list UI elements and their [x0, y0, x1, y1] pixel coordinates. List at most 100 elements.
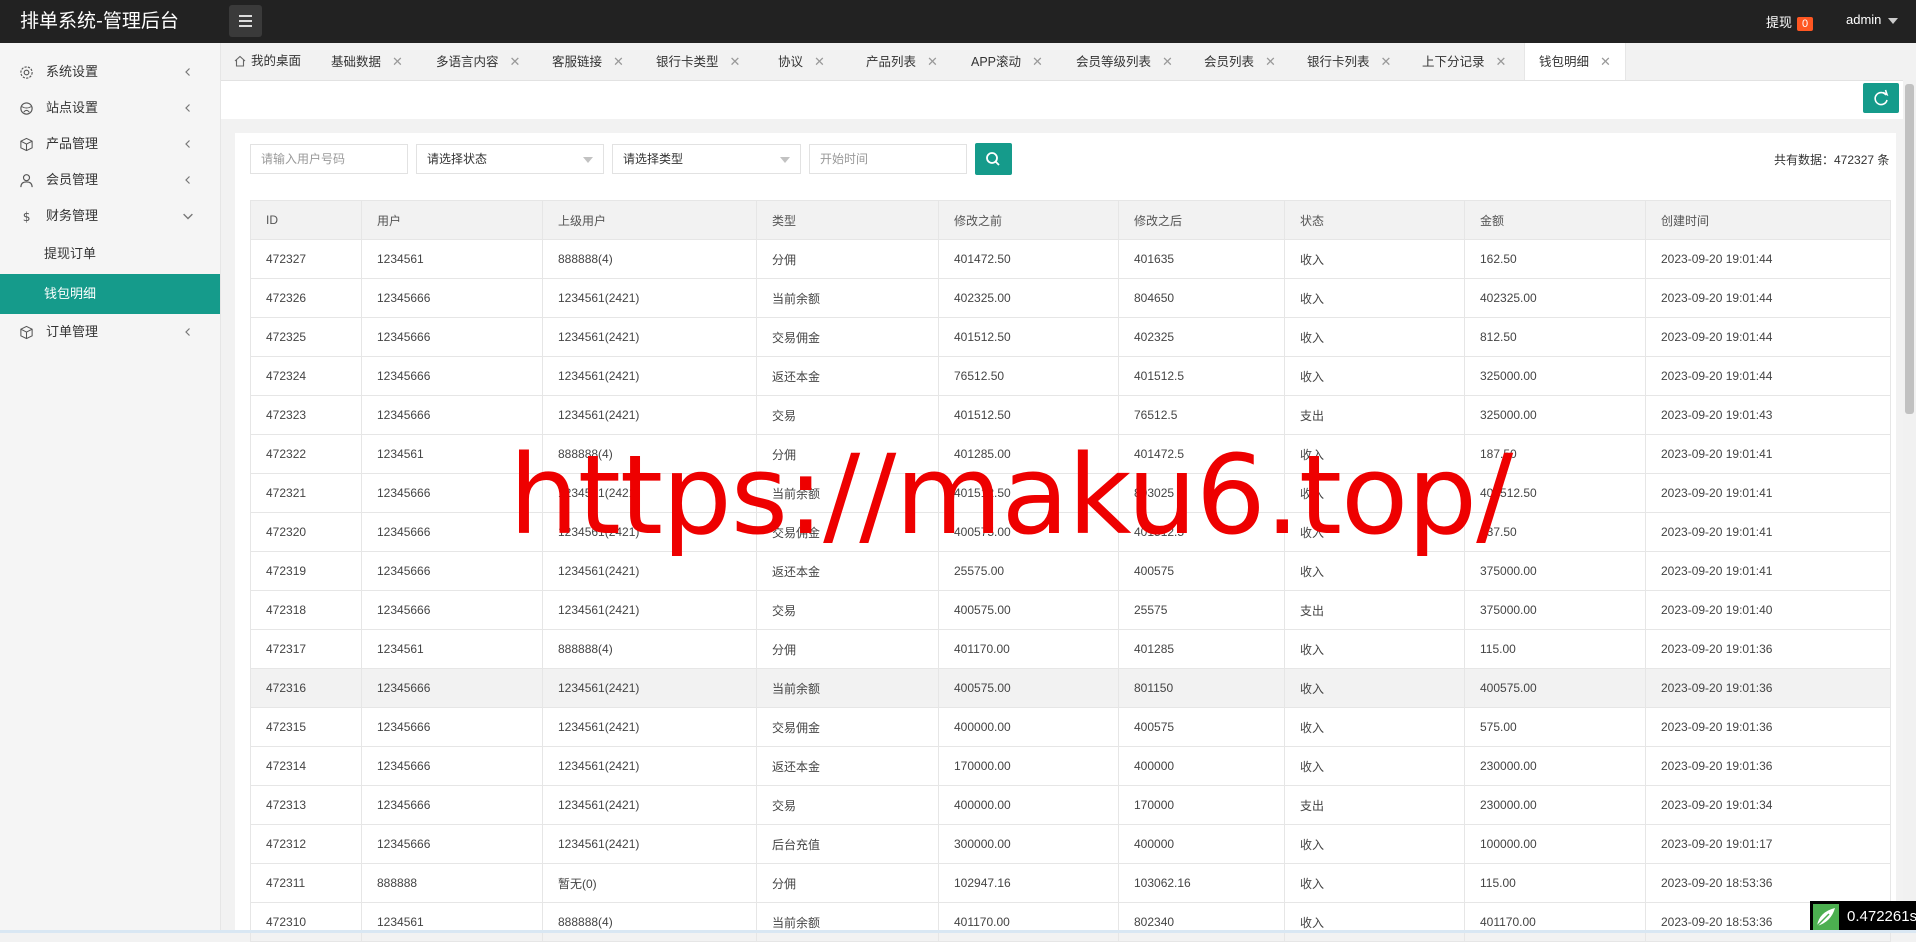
sidebar-item-wallet-details[interactable]: 钱包明细	[0, 274, 220, 314]
close-icon[interactable]: ✕	[730, 54, 741, 69]
tab-basic-data[interactable]: 基础数据 ✕	[331, 43, 403, 80]
close-icon[interactable]: ✕	[510, 54, 521, 69]
status-select[interactable]: 请选择状态	[416, 144, 604, 174]
tab-bank-card-list[interactable]: 银行卡列表 ✕	[1307, 43, 1391, 80]
sidebar-item-withdraw-orders[interactable]: 提现订单	[0, 234, 220, 274]
withdraw-link[interactable]: 提现 0	[1766, 12, 1814, 31]
table-cell: 收入	[1284, 629, 1465, 669]
close-icon[interactable]: ✕	[392, 54, 403, 69]
tab-wallet-details[interactable]: 钱包明细 ✕	[1524, 43, 1626, 80]
search-button[interactable]	[975, 143, 1012, 175]
chevron-down-icon	[183, 213, 193, 220]
table-row[interactable]: 472320 12345666 1234561(2421) 交易佣金 400575.00…	[250, 512, 1891, 552]
table-row[interactable]: 472326 12345666 1234561(2421) 当前余额 402325.00…	[250, 278, 1891, 318]
close-icon[interactable]: ✕	[1600, 54, 1611, 69]
table-cell: 当前余额	[756, 473, 939, 513]
refresh-icon	[1874, 89, 1889, 106]
table-cell: 分佣	[756, 434, 939, 474]
withdraw-count-badge: 0	[1797, 16, 1814, 31]
tab-member-list[interactable]: 会员列表 ✕	[1204, 43, 1276, 80]
table-row[interactable]: 472315 12345666 1234561(2421) 交易佣金 400000.00…	[250, 707, 1891, 747]
user-number-input[interactable]: 请输入用户号码	[250, 144, 408, 174]
sidebar-item-system-settings[interactable]: 系统设置	[0, 54, 220, 90]
table-cell: 2023-09-20 19:01:44	[1645, 317, 1891, 357]
table-row[interactable]: 472322 1234561 888888(4) 分佣 401285.00 401472.…	[250, 434, 1891, 474]
user-menu[interactable]: admin	[1846, 12, 1899, 27]
table-cell: 2023-09-20 19:01:36	[1645, 746, 1891, 786]
search-icon	[986, 152, 1000, 166]
table-cell: 交易	[756, 395, 939, 435]
column-header: 类型	[756, 200, 939, 240]
close-icon[interactable]: ✕	[1496, 54, 1507, 69]
table-cell: 400575.00	[938, 512, 1119, 552]
table-cell: 472324	[250, 356, 362, 396]
tab-app-scroll[interactable]: APP滚动 ✕	[971, 43, 1043, 80]
table-row[interactable]: 472318 12345666 1234561(2421) 交易 400575.00 25…	[250, 590, 1891, 630]
table-row[interactable]: 472314 12345666 1234561(2421) 返还本金 170000.00…	[250, 746, 1891, 786]
table-cell: 收入	[1284, 707, 1465, 747]
close-icon[interactable]: ✕	[1381, 54, 1392, 69]
table-row[interactable]: 472327 1234561 888888(4) 分佣 401472.50 401635 收…	[250, 239, 1891, 279]
table-cell: 12345666	[361, 551, 543, 591]
table-cell: 支出	[1284, 590, 1465, 630]
column-header: ID	[250, 200, 362, 240]
tab-points-record[interactable]: 上下分记录 ✕	[1422, 43, 1506, 80]
table-cell: 375000.00	[1464, 551, 1646, 591]
tab-bank-card-type[interactable]: 银行卡类型 ✕	[656, 43, 740, 80]
table-row[interactable]: 472312 12345666 1234561(2421) 后台充值 300000.00…	[250, 824, 1891, 864]
table-row[interactable]: 472321 12345666 1234561(2421) 当前余额 401512.50…	[250, 473, 1891, 513]
table-row[interactable]: 472311 888888 暂无(0) 分佣 102947.16 103062.16 收入 1…	[250, 863, 1891, 903]
user-name: admin	[1846, 12, 1882, 27]
close-icon[interactable]: ✕	[613, 54, 624, 69]
close-icon[interactable]: ✕	[927, 54, 938, 69]
table-row[interactable]: 472317 1234561 888888(4) 分佣 401170.00 401285 收…	[250, 629, 1891, 669]
sidebar-item-finance-management[interactable]: $ 财务管理	[0, 198, 220, 234]
table-cell: 2023-09-20 19:01:41	[1645, 473, 1891, 513]
menu-toggle-button[interactable]	[229, 5, 262, 37]
table-cell: 401512.50	[938, 317, 1119, 357]
tab-desktop[interactable]: 我的桌面	[234, 43, 301, 80]
table-cell: 1234561(2421)	[542, 356, 757, 396]
start-time-input[interactable]: 开始时间	[809, 144, 967, 174]
leaf-logo-icon	[1813, 904, 1839, 930]
table-cell: 472325	[250, 317, 362, 357]
table-row[interactable]: 472316 12345666 1234561(2421) 当前余额 400575.00…	[250, 668, 1891, 708]
table-row[interactable]: 472313 12345666 1234561(2421) 交易 400000.00 17…	[250, 785, 1891, 825]
table-cell: 230000.00	[1464, 746, 1646, 786]
sidebar-item-product-management[interactable]: 产品管理	[0, 126, 220, 162]
table-cell: 1234561(2421)	[542, 590, 757, 630]
column-header: 修改之后	[1118, 200, 1285, 240]
type-select[interactable]: 请选择类型	[612, 144, 801, 174]
sidebar-item-order-management[interactable]: 订单管理	[0, 314, 220, 350]
refresh-button[interactable]	[1863, 83, 1899, 113]
table-cell: 12345666	[361, 473, 543, 513]
table-row[interactable]: 472324 12345666 1234561(2421) 返还本金 76512.50 4…	[250, 356, 1891, 396]
chevron-left-icon	[185, 176, 190, 184]
table-row[interactable]: 472310 1234561 888888(4) 当前余额 401170.00 80234…	[250, 902, 1891, 942]
close-icon[interactable]: ✕	[1265, 54, 1276, 69]
table-row[interactable]: 472325 12345666 1234561(2421) 交易佣金 401512.50…	[250, 317, 1891, 357]
table-cell: 401170.00	[1464, 902, 1646, 942]
tab-multilang[interactable]: 多语言内容 ✕	[436, 43, 520, 80]
table-cell: 交易	[756, 785, 939, 825]
close-icon[interactable]: ✕	[814, 54, 825, 69]
tab-product-list[interactable]: 产品列表 ✕	[866, 43, 938, 80]
scrollbar[interactable]	[1903, 80, 1916, 933]
close-icon[interactable]: ✕	[1162, 54, 1173, 69]
table-cell: 472318	[250, 590, 362, 630]
table-row[interactable]: 472319 12345666 1234561(2421) 返还本金 25575.00 4…	[250, 551, 1891, 591]
tab-agreement[interactable]: 协议 ✕	[778, 43, 825, 80]
tab-service-link[interactable]: 客服链接 ✕	[552, 43, 624, 80]
scrollbar-thumb[interactable]	[1905, 84, 1914, 414]
sidebar-item-site-settings[interactable]: 站点设置	[0, 90, 220, 126]
table-cell: 收入	[1284, 746, 1465, 786]
sidebar-item-member-management[interactable]: 会员管理	[0, 162, 220, 198]
table-row[interactable]: 472323 12345666 1234561(2421) 交易 401512.50 76…	[250, 395, 1891, 435]
tab-member-level-list[interactable]: 会员等级列表 ✕	[1076, 43, 1173, 80]
close-icon[interactable]: ✕	[1032, 54, 1043, 69]
table-cell: 1234561(2421)	[542, 278, 757, 318]
sidebar-item-label: 财务管理	[46, 208, 99, 223]
table-cell: 2023-09-20 19:01:44	[1645, 278, 1891, 318]
table-cell: 400000.00	[938, 707, 1119, 747]
status-select-value: 请选择状态	[427, 152, 488, 166]
